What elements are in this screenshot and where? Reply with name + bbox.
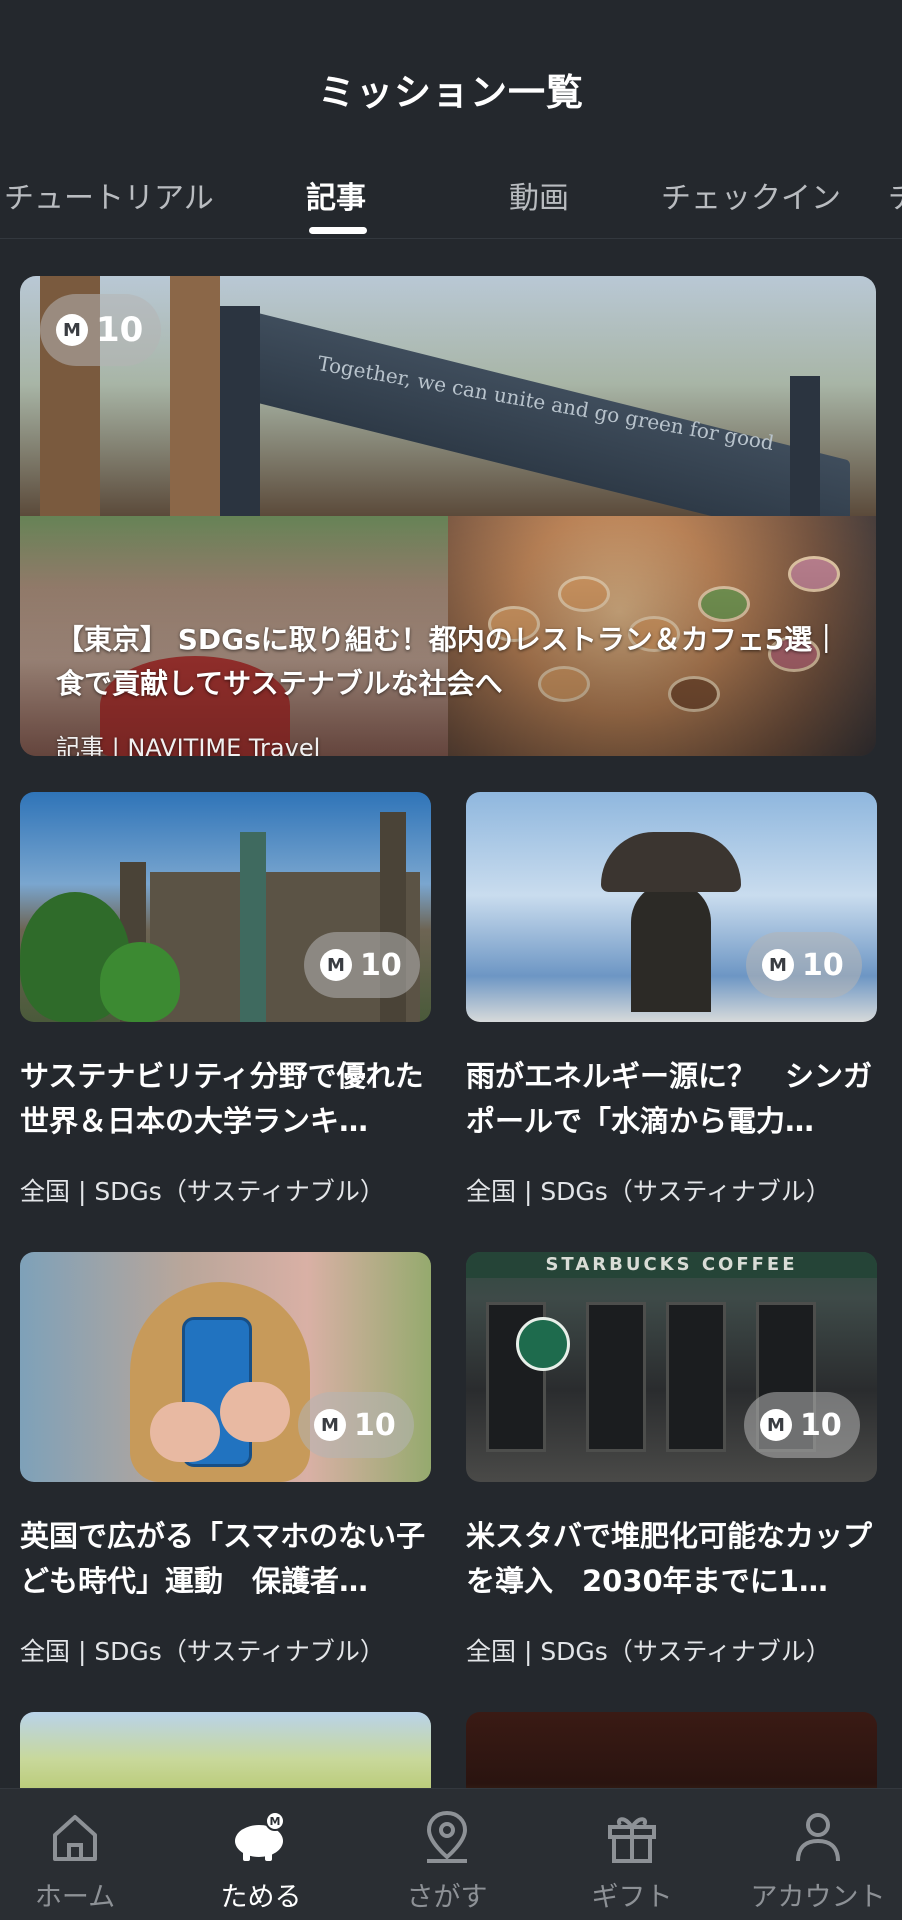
- article-thumbnail-partial[interactable]: [20, 1712, 431, 1788]
- article-meta: 全国 | SDGs（サスティナブル）: [20, 1637, 385, 1666]
- tab-checkin[interactable]: チェックイン: [661, 175, 841, 238]
- points-value: 10: [800, 1407, 842, 1443]
- tab-videos[interactable]: 動画: [509, 175, 569, 238]
- nav-label: アカウント: [750, 1882, 886, 1913]
- page-title: ミッション一覧: [318, 71, 584, 114]
- store-window: [586, 1302, 646, 1452]
- m-coin-icon: M: [320, 949, 352, 981]
- points-value: 10: [96, 310, 144, 350]
- gift-icon: [608, 1817, 656, 1863]
- article-thumbnail: M 10: [20, 1252, 431, 1482]
- wood-post: [170, 276, 220, 516]
- article-meta: 全国 | SDGs（サスティナブル）: [466, 1177, 831, 1206]
- nav-label: ホーム: [34, 1882, 116, 1913]
- points-badge: M 10: [298, 1392, 414, 1458]
- person-silhouette: [631, 882, 711, 1012]
- article-thumbnail: STARBUCKS COFFEE M 10: [466, 1252, 877, 1482]
- category-tabs: チュートリアル 記事 動画 チェックイン チ: [0, 175, 902, 239]
- steel-post: [220, 306, 260, 516]
- article-meta: 全国 | SDGs（サスティナブル）: [20, 1177, 385, 1206]
- points-value: 10: [802, 947, 844, 983]
- svg-text:M: M: [270, 1815, 281, 1828]
- nav-search[interactable]: さがす: [357, 1789, 537, 1920]
- article-thumbnail-partial[interactable]: [466, 1712, 877, 1788]
- mission-feed: Together, we can unite and go green for …: [0, 240, 902, 1788]
- points-value: 10: [360, 947, 402, 983]
- castle-tower: [240, 832, 266, 1022]
- points-badge: M 10: [304, 932, 420, 998]
- article-card[interactable]: M 10 雨がエネルギー源に？ シンガポールで「水滴から電力… 全国 | SDG…: [466, 792, 877, 1222]
- article-title: 英国で広がる「スマホのない子ども時代」運動 保護者…: [20, 1519, 426, 1598]
- bottom-navigation: ホーム M ためる さがす ギフト アカウント: [0, 1788, 902, 1920]
- nav-home[interactable]: ホーム: [0, 1789, 165, 1920]
- tab-tutorial[interactable]: チュートリアル: [4, 175, 214, 238]
- hero-source: 記事 | NAVITIME Travel: [56, 734, 321, 756]
- active-tab-indicator: [309, 227, 367, 234]
- points-badge: M 10: [744, 1392, 860, 1458]
- points-badge: M 10: [746, 932, 862, 998]
- article-thumbnail: M 10: [20, 792, 431, 1022]
- hand: [220, 1382, 290, 1442]
- points-value: 10: [354, 1407, 396, 1443]
- store-window: [666, 1302, 726, 1452]
- article-meta: 全国 | SDGs（サスティナブル）: [466, 1637, 831, 1666]
- tab-partial[interactable]: チ: [888, 175, 902, 238]
- nav-gift[interactable]: ギフト: [542, 1789, 722, 1920]
- header: ミッション一覧: [0, 0, 902, 175]
- article-thumbnail: M 10: [466, 792, 877, 1022]
- nav-account[interactable]: アカウント: [728, 1789, 902, 1920]
- article-title: 雨がエネルギー源に？ シンガポールで「水滴から電力…: [466, 1059, 873, 1138]
- home-icon: [53, 1815, 97, 1861]
- piggy-bank-icon: M: [235, 1811, 285, 1861]
- nav-label: ギフト: [591, 1882, 673, 1913]
- article-title: サステナビリティ分野で優れた世界＆日本の大学ランキ…: [20, 1059, 424, 1138]
- article-card[interactable]: M 10 サステナビリティ分野で優れた世界＆日本の大学ランキ… 全国 | SDG…: [20, 792, 431, 1222]
- store-sign: STARBUCKS COFFEE: [466, 1252, 877, 1278]
- article-title: 米スタバで堆肥化可能なカップを導入 2030年までに1…: [466, 1519, 873, 1598]
- points-badge: M 10: [40, 294, 162, 366]
- m-coin-icon: M: [760, 1409, 792, 1441]
- hero-title: 【東京】 SDGsに取り組む！都内のレストラン＆カフェ5選｜食で貢献してサステナ…: [56, 623, 841, 700]
- m-coin-icon: M: [56, 314, 88, 346]
- article-card[interactable]: STARBUCKS COFFEE M 10 米スタバで堆肥化可能なカップを導入 …: [466, 1252, 877, 1682]
- nav-tameru[interactable]: M ためる: [171, 1789, 351, 1920]
- starbucks-logo-icon: [516, 1317, 570, 1371]
- steel-post: [790, 376, 820, 516]
- m-coin-icon: M: [762, 949, 794, 981]
- hand: [150, 1402, 220, 1462]
- tree: [100, 942, 180, 1022]
- map-pin-icon: [426, 1810, 468, 1863]
- person-icon: [796, 1813, 840, 1862]
- nav-label: さがす: [406, 1882, 488, 1913]
- umbrella: [601, 832, 741, 892]
- nav-label: ためる: [220, 1882, 302, 1913]
- m-coin-icon: M: [314, 1409, 346, 1441]
- featured-article-card[interactable]: Together, we can unite and go green for …: [20, 276, 876, 756]
- article-card[interactable]: M 10 英国で広がる「スマホのない子ども時代」運動 保護者… 全国 | SDG…: [20, 1252, 431, 1682]
